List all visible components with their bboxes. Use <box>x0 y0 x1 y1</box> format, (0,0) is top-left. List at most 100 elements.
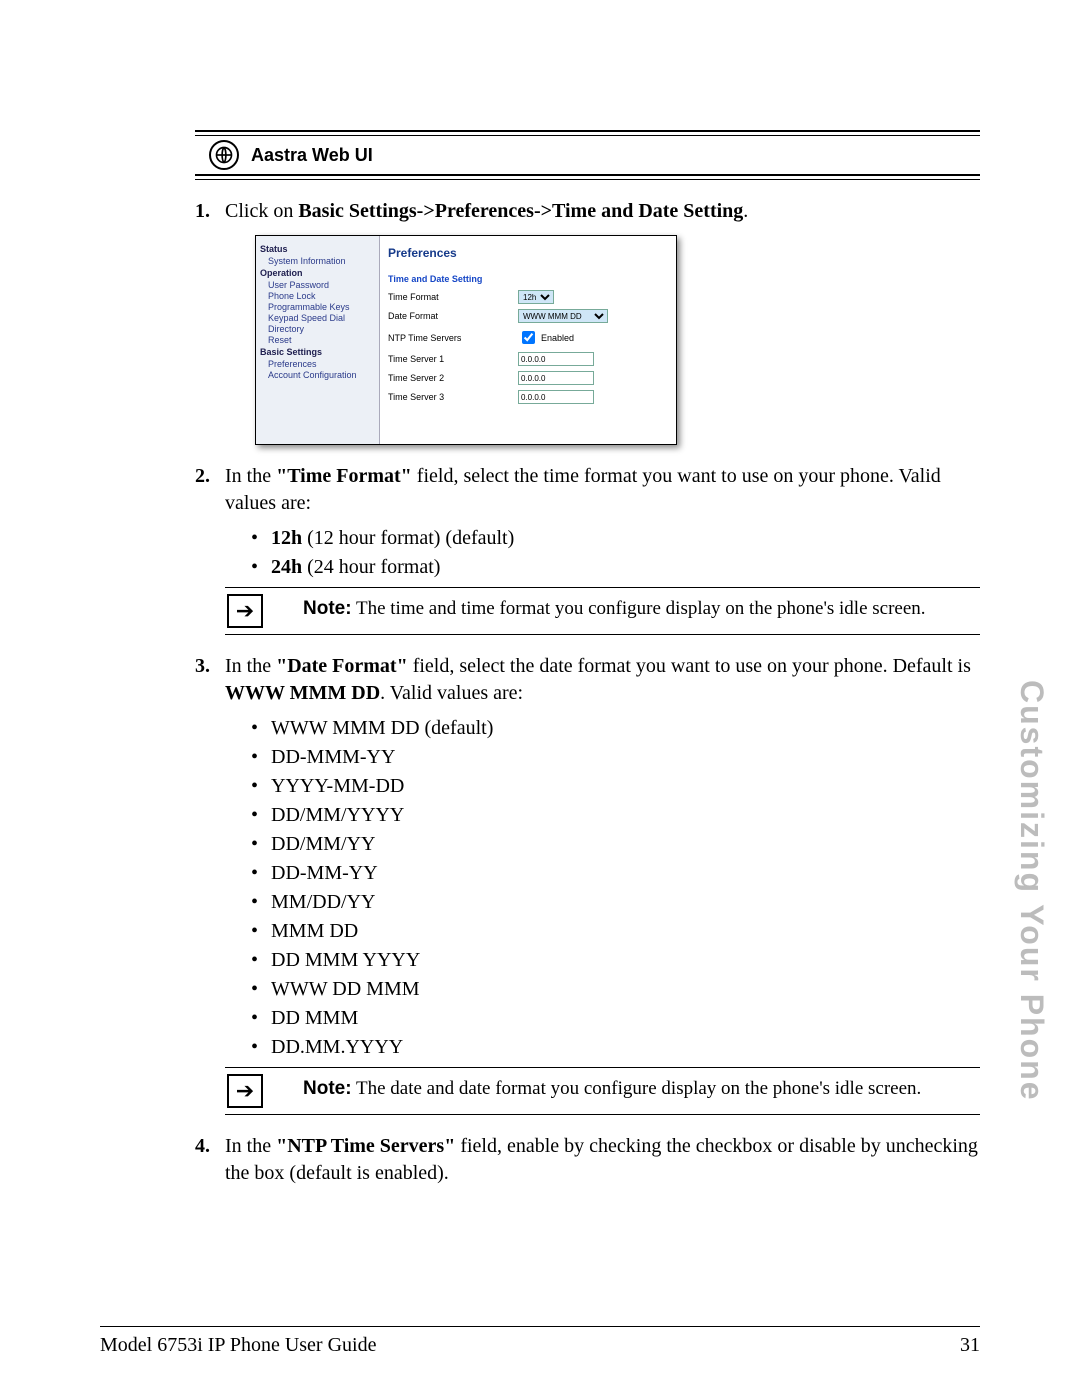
step-3: 3. In the "Date Format" field, select th… <box>195 653 980 707</box>
webui-heading: Preferences <box>388 246 668 260</box>
t: (12 hour format) (default) <box>302 527 514 549</box>
t: In the <box>225 465 276 487</box>
side-item[interactable]: Reset <box>268 335 375 345</box>
side-item[interactable]: Account Configuration <box>268 370 375 380</box>
step-2: 2. In the "Time Format" field, select th… <box>195 463 980 517</box>
side-item[interactable]: Phone Lock <box>268 291 375 301</box>
list-item: •MMM DD <box>251 920 980 943</box>
lbl-time-format: Time Format <box>388 292 518 302</box>
rule <box>225 1114 980 1115</box>
row-date-format: Date Format WWW MMM DD <box>388 309 668 323</box>
footer-page-number: 31 <box>960 1334 980 1357</box>
step-2-options: •12h (12 hour format) (default) •24h (24… <box>251 527 980 579</box>
note-2-text: Note: The date and date format you confi… <box>303 1074 921 1102</box>
input-ts3[interactable] <box>518 390 594 404</box>
input-ts2[interactable] <box>518 371 594 385</box>
step-1-body: Click on Basic Settings->Preferences->Ti… <box>225 198 980 225</box>
step-3-body: In the "Date Format" field, select the d… <box>225 653 980 707</box>
side-section-title: Customizing Your Phone <box>1013 680 1050 1101</box>
list-item: •DD MMM YYYY <box>251 949 980 972</box>
step-4: 4. In the "NTP Time Servers" field, enab… <box>195 1133 980 1187</box>
t: In the <box>225 655 276 677</box>
webui-main: Preferences Time and Date Setting Time F… <box>380 236 676 444</box>
banner: Aastra Web UI <box>195 136 980 174</box>
t: The time and time format you configure d… <box>352 598 926 619</box>
banner-bottom-rule <box>195 174 980 180</box>
row-ts2: Time Server 2 <box>388 371 668 385</box>
step-3-options: •WWW MMM DD (default) •DD-MMM-YY •YYYY-MM-… <box>251 717 980 1059</box>
ntp-enabled-text: Enabled <box>541 333 574 343</box>
t: WWW MMM DD <box>225 682 380 704</box>
step-4-num: 4. <box>195 1133 225 1187</box>
list-item: •DD-MMM-YY <box>251 746 980 769</box>
side-item[interactable]: System Information <box>268 256 375 266</box>
t: (24 hour format) <box>302 556 440 578</box>
step-1-pre: Click on <box>225 200 298 222</box>
side-item[interactable]: Programmable Keys <box>268 302 375 312</box>
footer-left: Model 6753i IP Phone User Guide <box>100 1334 376 1357</box>
checkbox-ntp[interactable] <box>522 331 535 344</box>
arrow-right-icon: ➔ <box>227 594 263 628</box>
list-item: •MM/DD/YY <box>251 891 980 914</box>
arrow-right-icon: ➔ <box>227 1074 263 1108</box>
input-ts1[interactable] <box>518 352 594 366</box>
list-item: •DD.MM.YYYY <box>251 1036 980 1059</box>
t: 12h <box>271 527 302 549</box>
webui-subheading: Time and Date Setting <box>388 274 668 284</box>
t: field, select the date format you want t… <box>408 655 971 677</box>
list-item: •DD/MM/YY <box>251 833 980 856</box>
select-time-format[interactable]: 12h <box>518 290 554 304</box>
lbl-ts1: Time Server 1 <box>388 354 518 364</box>
rule <box>225 587 980 588</box>
row-ntp: NTP Time Servers Enabled <box>388 328 668 347</box>
side-sec-basic: Basic Settings <box>260 347 375 357</box>
list-item: •DD/MM/YYYY <box>251 804 980 827</box>
t: "Time Format" <box>276 465 412 487</box>
webui-sidebar: Status System Information Operation User… <box>256 236 380 444</box>
t: "Date Format" <box>276 655 408 677</box>
footer-rule <box>100 1326 980 1327</box>
lbl-ntp: NTP Time Servers <box>388 333 518 343</box>
lbl-date-format: Date Format <box>388 311 518 321</box>
footer: Model 6753i IP Phone User Guide 31 <box>100 1334 980 1357</box>
side-sec-status: Status <box>260 244 375 254</box>
side-item[interactable]: Directory <box>268 324 375 334</box>
step-2-body: In the "Time Format" field, select the t… <box>225 463 980 517</box>
row-time-format: Time Format 12h <box>388 290 668 304</box>
t: 24h <box>271 556 302 578</box>
t: The date and date format you configure d… <box>352 1078 922 1099</box>
t: "NTP Time Servers" <box>276 1135 455 1157</box>
list-item: •WWW DD MMM <box>251 978 980 1001</box>
lbl-ts2: Time Server 2 <box>388 373 518 383</box>
rule <box>225 1067 980 1068</box>
list-item: •WWW MMM DD (default) <box>251 717 980 740</box>
lbl-ts3: Time Server 3 <box>388 392 518 402</box>
note-label: Note: <box>303 598 352 619</box>
list-item: •DD MMM <box>251 1007 980 1030</box>
t: . Valid values are: <box>380 682 523 704</box>
row-ts3: Time Server 3 <box>388 390 668 404</box>
step-4-body: In the "NTP Time Servers" field, enable … <box>225 1133 980 1187</box>
webui-screenshot: Status System Information Operation User… <box>255 235 677 445</box>
list-item: •24h (24 hour format) <box>251 556 980 579</box>
side-item[interactable]: Preferences <box>268 359 375 369</box>
step-2-num: 2. <box>195 463 225 517</box>
note-1: ➔ Note: The time and time format you con… <box>225 587 980 635</box>
select-date-format[interactable]: WWW MMM DD <box>518 309 608 323</box>
side-sec-operation: Operation <box>260 268 375 278</box>
t: In the <box>225 1135 276 1157</box>
list-item: •YYYY-MM-DD <box>251 775 980 798</box>
note-label: Note: <box>303 1078 352 1099</box>
list-item: •12h (12 hour format) (default) <box>251 527 980 550</box>
row-ts1: Time Server 1 <box>388 352 668 366</box>
step-1-post: . <box>743 200 748 222</box>
step-3-num: 3. <box>195 653 225 707</box>
note-2: ➔ Note: The date and date format you con… <box>225 1067 980 1115</box>
rule <box>225 634 980 635</box>
globe-icon <box>209 140 239 170</box>
banner-title: Aastra Web UI <box>251 145 373 166</box>
list-item: •DD-MM-YY <box>251 862 980 885</box>
side-item[interactable]: User Password <box>268 280 375 290</box>
step-1: 1. Click on Basic Settings->Preferences-… <box>195 198 980 225</box>
side-item[interactable]: Keypad Speed Dial <box>268 313 375 323</box>
